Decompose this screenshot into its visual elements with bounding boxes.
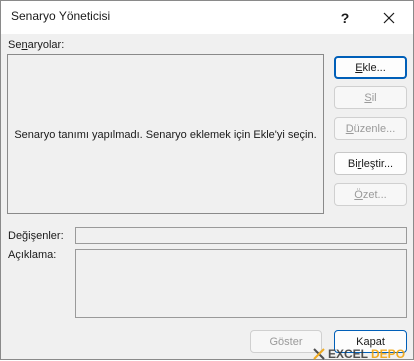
summary-button[interactable]: Özet... — [334, 183, 407, 206]
help-icon: ? — [340, 9, 350, 26]
comment-field — [75, 249, 407, 318]
add-button[interactable]: Ekle... — [334, 56, 407, 79]
scenario-manager-dialog: Senaryo Yöneticisi ? Senaryolar: Senaryo… — [0, 0, 414, 361]
watermark-logo: EXCEL DEPO — [313, 347, 413, 361]
scenarios-label: Senaryolar: — [8, 39, 65, 51]
close-icon — [383, 12, 395, 23]
help-button[interactable]: ? — [327, 1, 363, 34]
excel-x-icon — [313, 348, 325, 360]
changing-cells-label: Değişenler: — [8, 230, 64, 242]
show-button[interactable]: Göster — [250, 330, 322, 353]
close-window-button[interactable] — [369, 1, 409, 34]
merge-button[interactable]: Bi r leştir... — [334, 152, 407, 175]
comment-label: Açıklama: — [8, 249, 57, 261]
dialog-title: Senaryo Yöneticisi — [11, 9, 111, 23]
scenario-list[interactable]: Senaryo tanımı yapılmadı. Senaryo ekleme… — [7, 54, 324, 214]
delete-button[interactable]: Sil — [334, 86, 407, 109]
edit-button[interactable]: Düzenle... — [334, 117, 407, 140]
title-bar: Senaryo Yöneticisi ? — [1, 1, 413, 34]
watermark-text-depo: DEPO — [371, 347, 406, 361]
watermark-text-excel: EXCEL — [328, 347, 369, 361]
changing-cells-field — [75, 227, 407, 244]
empty-scenarios-message: Senaryo tanımı yapılmadı. Senaryo ekleme… — [14, 129, 317, 141]
